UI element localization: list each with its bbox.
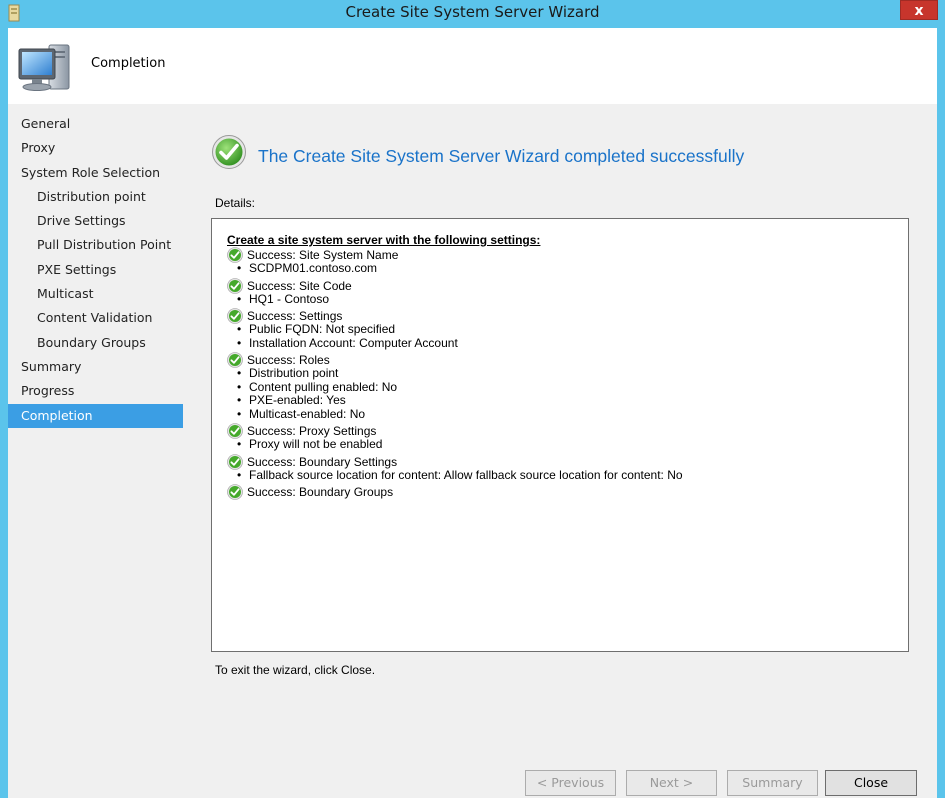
success-check-icon (227, 308, 243, 324)
section-item: • SCDPM01.contoso.com (237, 261, 908, 276)
bullet-icon: • (237, 379, 242, 394)
nav-item-drive-settings[interactable]: Drive Settings (8, 209, 183, 233)
details-section: Success: Site Code • HQ1 - Contoso (227, 277, 908, 307)
details-heading: Create a site system server with the fol… (227, 233, 541, 247)
nav-item-distribution-point[interactable]: Distribution point (8, 185, 183, 209)
bullet-icon: • (237, 406, 242, 421)
details-section: Success: Roles • Distribution point • Conten… (227, 352, 908, 422)
nav-item-pxe-settings[interactable]: PXE Settings (8, 258, 183, 282)
nav-item-system-role-selection[interactable]: System Role Selection (8, 161, 183, 185)
section-item: • HQ1 - Contoso (237, 291, 908, 307)
success-check-icon (227, 247, 243, 263)
nav-item-content-validation[interactable]: Content Validation (8, 306, 183, 330)
nav-item-multicast[interactable]: Multicast (8, 282, 183, 306)
bullet-icon: • (237, 393, 242, 407)
details-section: Success: Settings • Public FQDN: Not speci… (227, 308, 908, 351)
success-check-icon (227, 484, 243, 500)
section-item: • Content pulling enabled: No (237, 379, 908, 395)
section-item-text: Content pulling enabled: No (249, 379, 398, 394)
section-item-text: SCDPM01.contoso.com (249, 261, 378, 275)
bullet-icon: • (237, 335, 242, 350)
section-item: • Proxy will not be enabled (237, 437, 908, 452)
section-item-text: PXE-enabled: Yes (249, 393, 346, 407)
section-item: • Public FQDN: Not specified (237, 322, 908, 337)
wizard-header: Completion (8, 28, 937, 104)
details-label: Details: (215, 196, 256, 210)
section-item-text: HQ1 - Contoso (249, 291, 330, 306)
details-section: Success: Proxy Settings • Proxy will not b… (227, 423, 908, 452)
success-check-icon (212, 135, 246, 169)
main-content: The Create Site System Server Wizard com… (211, 134, 913, 677)
section-item: • PXE-enabled: Yes (237, 393, 908, 408)
close-button[interactable]: Close (825, 770, 917, 796)
section-item: • Fallback source location for content: A… (237, 467, 908, 483)
details-section: Success: Site System Name • SCDPM01.contos… (227, 247, 908, 276)
window-title: Create Site System Server Wizard (345, 3, 600, 21)
details-section: Success: Boundary Groups (227, 484, 908, 500)
section-title: Success: Site System Name (247, 248, 399, 262)
success-check-icon (227, 352, 243, 368)
section-item-text: Distribution point (249, 366, 339, 380)
section-item-text: Multicast-enabled: No (249, 406, 366, 421)
nav-item-boundary-groups[interactable]: Boundary Groups (8, 331, 183, 355)
computer-icon (18, 44, 70, 91)
section-title: Success: Roles (247, 353, 330, 367)
section-item-text: Proxy will not be enabled (249, 437, 383, 451)
section-item-text: Installation Account: Computer Account (249, 335, 458, 350)
bullet-icon: • (237, 261, 242, 275)
nav-item-completion[interactable]: Completion (8, 403, 183, 428)
bullet-icon: • (237, 291, 242, 306)
section-item: • Multicast-enabled: No (237, 406, 908, 422)
success-check-icon (227, 423, 243, 439)
section-title: Success: Proxy Settings (247, 424, 377, 438)
section-item: • Installation Account: Computer Account (237, 335, 908, 351)
success-check-icon (227, 277, 243, 294)
close-window-button[interactable]: x (900, 0, 938, 20)
previous-button[interactable]: < Previous (525, 770, 616, 796)
exit-instructions: To exit the wizard, click Close. (215, 663, 376, 677)
section-title: Success: Site Code (247, 278, 352, 293)
bullet-icon: • (237, 366, 242, 380)
nav-item-progress[interactable]: Progress (8, 379, 183, 403)
nav-item-summary[interactable]: Summary (8, 355, 183, 379)
section-item-text: Fallback source location for content: Al… (249, 467, 683, 482)
nav-item-proxy[interactable]: Proxy (8, 136, 183, 160)
wizard-nav: General Proxy System Role Selection Distrib… (8, 112, 183, 428)
completion-headline: The Create Site System Server Wizard com… (258, 146, 745, 166)
next-button[interactable]: Next > (626, 770, 717, 796)
bullet-icon: • (237, 437, 242, 451)
success-banner: The Create Site System Server Wizard com… (211, 134, 913, 176)
section-title: Success: Settings (247, 309, 343, 323)
section-item: • Distribution point (237, 366, 908, 381)
success-check-icon (227, 453, 243, 470)
section-item-text: Public FQDN: Not specified (249, 322, 396, 336)
details-section: Success: Boundary Settings • Fallback sour… (227, 453, 908, 483)
section-title: Success: Boundary Settings (247, 454, 398, 469)
bullet-icon: • (237, 322, 242, 336)
title-bar: Create Site System Server Wizard x (0, 0, 945, 28)
summary-button[interactable]: Summary (727, 770, 818, 796)
nav-item-general[interactable]: General (8, 112, 183, 136)
nav-item-pull-distribution-point[interactable]: Pull Distribution Point (8, 233, 183, 257)
wizard-client-area: Completion General Proxy System Role Selec… (8, 28, 937, 798)
bullet-icon: • (237, 467, 242, 482)
section-title: Success: Boundary Groups (247, 485, 394, 499)
page-title: Completion (91, 56, 166, 71)
details-box[interactable]: Create a site system server with the fol… (211, 218, 909, 652)
